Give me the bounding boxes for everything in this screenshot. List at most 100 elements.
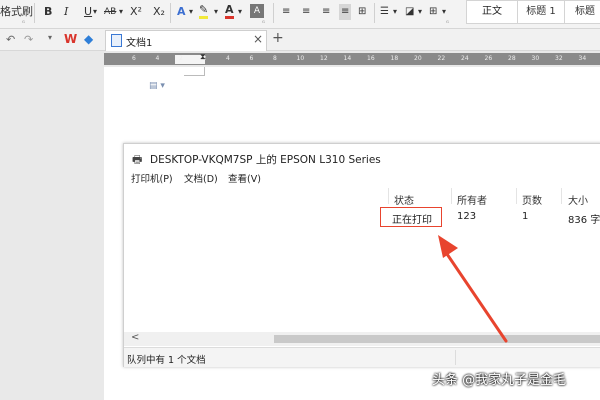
margin-corner [204, 67, 205, 76]
divider [455, 350, 456, 365]
document-icon [111, 34, 122, 47]
text-effect-button[interactable]: A [177, 4, 186, 20]
menu-document[interactable]: 文档(D) [184, 171, 218, 185]
window-status-bar: 队列中有 1 个文档 [124, 347, 600, 367]
distributed-icon[interactable]: ⊞ [358, 4, 366, 20]
border-icon[interactable]: ⊞ [429, 4, 437, 20]
ruler-tick-label: 32 [555, 55, 563, 62]
align-right-icon[interactable]: ≡ [322, 4, 330, 20]
job-status[interactable]: 正在打印 [392, 211, 432, 226]
group-launcher-icon[interactable]: ᴳ [446, 20, 449, 27]
ruler-tick-label: 20 [414, 55, 422, 62]
chevron-down-icon[interactable]: ▾ [418, 4, 422, 20]
format-painter-button[interactable]: 格式刷 [0, 4, 33, 20]
style-heading[interactable]: 标题 [564, 0, 600, 24]
group-launcher-icon[interactable]: ᴳ [22, 20, 25, 27]
align-center-icon[interactable]: ≡ [302, 4, 310, 20]
chevron-down-icon[interactable]: ▾ [119, 4, 123, 20]
horizontal-scrollbar[interactable]: < [124, 332, 600, 346]
ruler-tick-label: 24 [461, 55, 469, 62]
redo-icon[interactable]: ↷ [24, 33, 33, 46]
font-color-button[interactable]: A [225, 4, 234, 19]
line-spacing-icon[interactable]: ☰ [380, 4, 389, 20]
job-size[interactable]: 836 字 [568, 211, 600, 226]
annotation-arrow [438, 235, 508, 343]
column-header-pages[interactable]: 页数 [522, 192, 542, 207]
underline-button[interactable]: U [84, 4, 92, 20]
chevron-down-icon[interactable]: ▾ [442, 4, 446, 20]
column-header-owner[interactable]: 所有者 [457, 192, 487, 207]
ruler-tick-label: 6 [132, 55, 136, 62]
chevron-down-icon[interactable]: ▾ [189, 4, 193, 20]
ruler-tick-label: 8 [273, 55, 277, 62]
wps-logo-icon[interactable]: W [64, 32, 77, 46]
window-title: DESKTOP-VKQM7SP 上的 EPSON L310 Series [150, 154, 381, 166]
align-left-icon[interactable]: ≡ [282, 4, 290, 20]
new-tab-icon[interactable]: + [272, 30, 284, 46]
window-titlebar[interactable]: 🖶 DESKTOP-VKQM7SP 上的 EPSON L310 Series [124, 144, 600, 172]
arrow-head [438, 235, 458, 258]
subscript-button[interactable]: X₂ [153, 4, 165, 20]
divider [374, 3, 375, 23]
arrow-shaft [445, 252, 508, 343]
chevron-down-icon[interactable]: ▾ [238, 4, 242, 20]
ruler-tick-label: 26 [484, 55, 493, 62]
indent-marker-icon[interactable]: ⧗ [200, 52, 206, 62]
ruler-ticks: 6 4 2 2 4 6 8 10 12 14 16 18 20 22 24 26 28 30 32 34 [104, 53, 600, 65]
job-pages[interactable]: 1 [522, 211, 528, 222]
column-divider [516, 188, 517, 204]
cloud-icon[interactable]: ◆ [84, 32, 93, 46]
undo-icon[interactable]: ↶ [6, 33, 15, 46]
ruler-tick-label: 18 [390, 55, 399, 62]
bold-button[interactable]: B [44, 4, 52, 20]
char-shading-button[interactable]: A [250, 4, 264, 18]
menu-bar: 打印机(P) 文档(D) 查看(V) [124, 171, 600, 186]
ruler-tick-label: 14 [343, 55, 352, 62]
column-divider [451, 188, 452, 204]
margin-corner [184, 75, 204, 76]
job-owner[interactable]: 123 [457, 211, 476, 222]
style-heading-1[interactable]: 标题 1 [517, 0, 565, 24]
divider [170, 3, 171, 23]
column-divider [561, 188, 562, 204]
ruler-tick-label: 30 [531, 55, 540, 62]
strikethrough-button[interactable]: AB [104, 4, 116, 20]
printer-queue-window[interactable]: 🖶 DESKTOP-VKQM7SP 上的 EPSON L310 Series 打… [123, 143, 600, 367]
queue-status-text: 队列中有 1 个文档 [127, 355, 206, 366]
close-icon[interactable]: × [253, 32, 263, 46]
menu-view[interactable]: 查看(V) [228, 171, 261, 185]
style-normal[interactable]: 正文 [466, 0, 518, 24]
tab-label: 文档1 [126, 38, 153, 49]
paste-options-icon[interactable]: ▤ ▾ [149, 81, 165, 91]
superscript-button[interactable]: X² [130, 4, 142, 20]
ruler-tick-label: 22 [437, 55, 446, 62]
chevron-down-icon[interactable]: ▾ [93, 4, 97, 20]
ruler-tick-label: 10 [296, 55, 305, 62]
ruler-tick-label: 28 [508, 55, 516, 62]
tab-document1[interactable]: 文档1 × [105, 30, 267, 51]
chevron-down-icon[interactable]: ▾ [393, 4, 397, 20]
highlight-button[interactable]: ✎ [199, 4, 209, 19]
ribbon-toolbar: 格式刷 ᴳ B I U ▾ AB ▾ X² X₂ A ▾ ✎ ▾ A ▾ A ᴳ… [0, 0, 600, 29]
chevron-down-icon[interactable]: ▾ [48, 33, 52, 42]
paragraph-shading-icon[interactable]: ◪ [405, 4, 414, 20]
ruler-tick-label: 2 [179, 55, 183, 62]
ruler-tick-label: 16 [367, 55, 375, 62]
column-header-size[interactable]: 大小 [568, 192, 588, 207]
column-header-status[interactable]: 状态 [394, 192, 414, 207]
divider [273, 3, 274, 23]
chevron-down-icon[interactable]: ▾ [214, 4, 218, 20]
scroll-left-icon[interactable]: < [131, 332, 139, 343]
divider [34, 3, 35, 23]
ruler-tick-label: 12 [320, 55, 328, 62]
justify-icon[interactable]: ≡ [339, 4, 352, 20]
column-divider [388, 188, 389, 204]
printer-icon: 🖶 [132, 153, 143, 166]
menu-printer[interactable]: 打印机(P) [131, 171, 173, 185]
ruler-tick-label: 34 [578, 55, 587, 62]
group-launcher-icon[interactable]: ᴳ [262, 20, 265, 27]
ruler-tick-label: 6 [249, 55, 254, 62]
italic-button[interactable]: I [64, 4, 68, 20]
ruler-tick-label: 4 [155, 55, 160, 62]
watermark-text: 头条 @我家丸子是金毛 [432, 373, 567, 388]
